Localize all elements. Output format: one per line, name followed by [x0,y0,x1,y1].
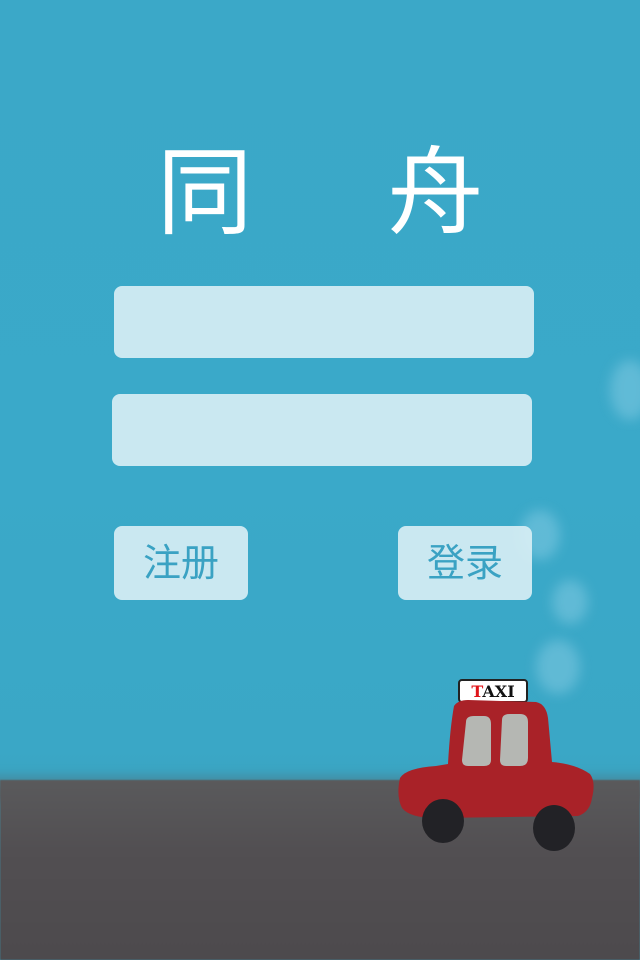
username-field[interactable] [114,286,534,358]
login-button[interactable]: 登录 [398,526,532,600]
register-button[interactable]: 注册 [114,526,248,600]
taxi-icon: TAXI [398,679,594,851]
taxi-sign-rest: AXI [481,682,514,701]
app-title: 同 舟 [156,137,536,249]
background-blur [610,360,640,420]
password-field[interactable] [112,394,532,466]
car-window-right [500,714,528,766]
car-wheel-front [422,799,464,843]
taxi-illustration: TAXI [396,678,596,858]
car-wheel-rear [533,805,575,851]
car-body [398,700,594,818]
background-blur [552,580,588,624]
taxi-sign-text: TAXI [471,682,514,701]
car-window-left [462,716,491,766]
login-screen: 同 舟 注册 登录 TAXI [0,0,640,960]
